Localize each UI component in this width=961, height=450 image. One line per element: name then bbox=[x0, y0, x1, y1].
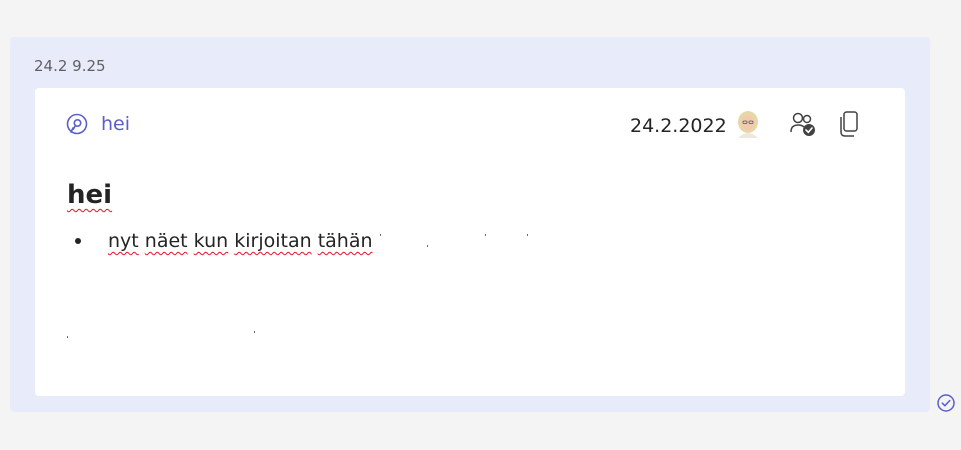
message-timestamp: 24.2 9.25 bbox=[34, 57, 106, 75]
bullet-list-item[interactable]: nyt näet kun kirjoitan tähän bbox=[75, 230, 373, 252]
bullet-point bbox=[75, 238, 81, 244]
bullet-word: kirjoitan bbox=[234, 230, 312, 252]
stray-mark bbox=[369, 240, 370, 242]
bullet-word: näet bbox=[144, 230, 188, 252]
bullet-word: kun bbox=[193, 230, 229, 252]
stray-mark bbox=[527, 234, 528, 236]
card-title[interactable]: hei bbox=[65, 112, 130, 136]
loop-chat-icon bbox=[65, 112, 89, 136]
loop-component-card[interactable]: hei 24.2.2022 hei nyt näet kun kirjoitan… bbox=[35, 88, 905, 396]
bullet-word: tähän bbox=[317, 230, 373, 252]
stray-mark bbox=[67, 336, 68, 338]
stray-mark bbox=[380, 234, 381, 236]
stray-mark bbox=[254, 331, 255, 333]
seen-check-icon bbox=[936, 393, 956, 413]
copy-icon[interactable] bbox=[838, 110, 862, 138]
card-heading[interactable]: hei bbox=[67, 180, 112, 210]
message-bubble: 24.2 9.25 hei 24.2.2022 hei nyt näet kun… bbox=[10, 37, 930, 412]
people-checked-icon[interactable] bbox=[788, 110, 818, 138]
card-title-text[interactable]: hei bbox=[101, 113, 130, 135]
stray-mark bbox=[485, 234, 486, 236]
stray-mark bbox=[427, 245, 428, 247]
card-date: 24.2.2022 bbox=[630, 115, 727, 137]
user-avatar[interactable] bbox=[735, 110, 761, 138]
bullet-word: nyt bbox=[108, 230, 139, 252]
